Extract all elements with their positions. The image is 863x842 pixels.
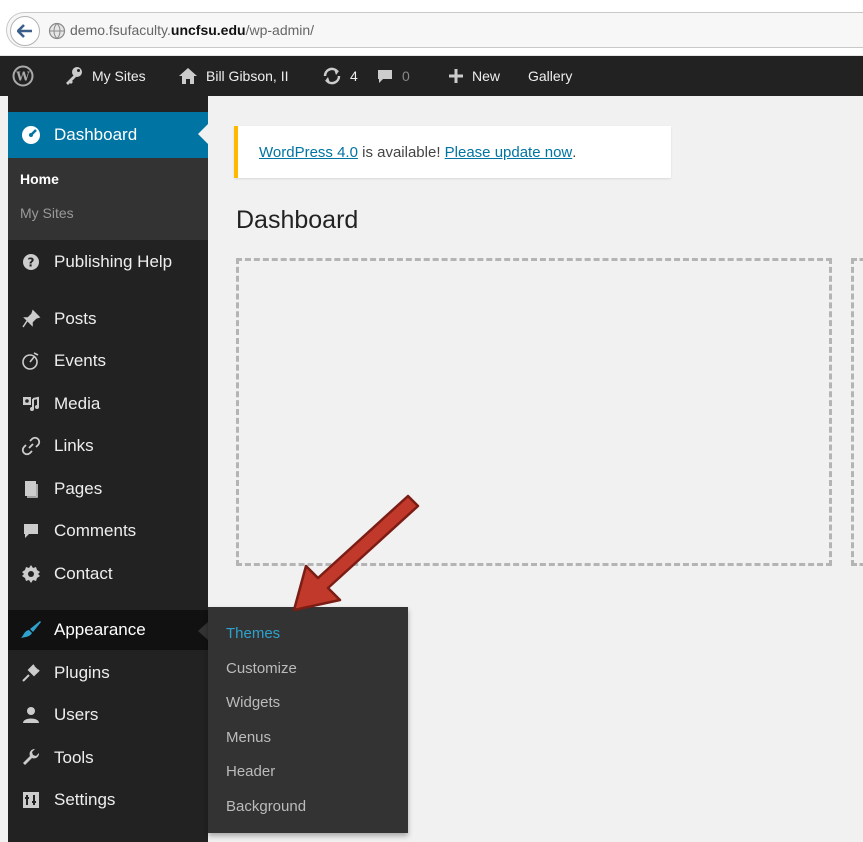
sidebar-item-tools[interactable]: Tools bbox=[8, 738, 208, 778]
widget-drop-zone-secondary[interactable] bbox=[851, 258, 863, 566]
submenu-my-sites[interactable]: My Sites bbox=[20, 205, 74, 221]
sidebar-item-label: Plugins bbox=[54, 663, 110, 682]
flyout-item-menus[interactable]: Menus bbox=[226, 729, 271, 746]
my-sites-label: My Sites bbox=[92, 68, 146, 84]
admin-sidebar: Dashboard Home My Sites ? Publishing Hel… bbox=[8, 96, 208, 842]
home-icon bbox=[179, 68, 197, 84]
site-name-menu[interactable]: Bill Gibson, II bbox=[178, 56, 288, 96]
gear-icon bbox=[20, 563, 42, 585]
flyout-pointer bbox=[198, 622, 208, 640]
new-label: New bbox=[472, 68, 501, 84]
sidebar-item-label: Appearance bbox=[54, 620, 146, 639]
pages-icon bbox=[20, 478, 42, 500]
comment-icon bbox=[20, 520, 42, 542]
back-arrow-icon bbox=[17, 24, 32, 38]
submenu-home[interactable]: Home bbox=[20, 171, 59, 187]
notice-text: is available! bbox=[357, 143, 445, 161]
sidebar-item-label: Publishing Help bbox=[54, 252, 173, 271]
link-icon bbox=[20, 435, 42, 457]
sidebar-item-label: Events bbox=[54, 351, 106, 370]
admin-bar: W My Sites Bill Gibson, II 4 0 New Galle… bbox=[0, 56, 863, 96]
comment-bubble-icon bbox=[378, 70, 392, 83]
sidebar-item-label: Dashboard bbox=[54, 125, 138, 144]
clock-icon bbox=[20, 350, 42, 372]
globe-icon bbox=[48, 22, 66, 40]
update-notice: WordPress 4.0 is available! Please updat… bbox=[234, 126, 671, 178]
new-content-menu[interactable]: New bbox=[448, 56, 500, 96]
dashboard-submenu: Home My Sites bbox=[8, 158, 208, 240]
my-sites-menu[interactable]: My Sites bbox=[64, 56, 146, 96]
flyout-item-widgets[interactable]: Widgets bbox=[226, 694, 280, 711]
sidebar-item-contact[interactable]: Contact bbox=[8, 554, 208, 594]
notice-period: . bbox=[572, 143, 577, 161]
browser-toolbar: demo.fsufaculty.uncfsu.edu/wp-admin/ bbox=[0, 0, 863, 56]
wordpress-logo-icon: W bbox=[12, 65, 34, 87]
sidebar-item-label: Comments bbox=[54, 521, 137, 540]
sidebar-item-publishing-help[interactable]: ? Publishing Help bbox=[8, 242, 208, 282]
site-name-label: Bill Gibson, II bbox=[206, 68, 289, 84]
page-title: Dashboard bbox=[236, 206, 359, 234]
plug-icon bbox=[20, 662, 42, 684]
sidebar-item-label: Links bbox=[54, 436, 94, 455]
updates-menu[interactable]: 4 bbox=[322, 56, 358, 96]
updates-count: 4 bbox=[350, 68, 358, 84]
current-pointer bbox=[198, 124, 208, 144]
sidebar-item-appearance[interactable]: Appearance bbox=[8, 610, 208, 650]
sidebar-item-users[interactable]: Users bbox=[8, 695, 208, 735]
sidebar-item-settings[interactable]: Settings bbox=[8, 780, 208, 820]
sidebar-item-comments[interactable]: Comments bbox=[8, 511, 208, 551]
flyout-item-customize[interactable]: Customize bbox=[226, 660, 297, 677]
url-prefix: demo.fsufaculty. bbox=[70, 22, 171, 38]
refresh-icon bbox=[323, 67, 341, 85]
question-icon: ? bbox=[20, 251, 42, 273]
appearance-flyout-menu: Themes Customize Widgets Menus Header Ba… bbox=[208, 607, 408, 833]
svg-text:?: ? bbox=[28, 256, 35, 270]
settings-icon bbox=[20, 789, 42, 811]
brush-icon bbox=[20, 619, 42, 641]
sidebar-item-events[interactable]: Events bbox=[8, 341, 208, 381]
flyout-item-background[interactable]: Background bbox=[226, 798, 306, 815]
annotation-arrow bbox=[292, 494, 420, 612]
sidebar-item-links[interactable]: Links bbox=[8, 426, 208, 466]
sidebar-item-media[interactable]: Media bbox=[8, 384, 208, 424]
url-domain: uncfsu.edu bbox=[170, 22, 246, 38]
wrench-icon bbox=[20, 747, 42, 769]
pin-icon bbox=[20, 308, 42, 330]
sidebar-item-pages[interactable]: Pages bbox=[8, 469, 208, 509]
comments-menu[interactable]: 0 bbox=[376, 56, 410, 96]
sidebar-item-label: Settings bbox=[54, 790, 116, 809]
sidebar-item-label: Pages bbox=[54, 479, 103, 498]
sidebar-item-plugins[interactable]: Plugins bbox=[8, 653, 208, 693]
dashboard-icon bbox=[20, 124, 42, 146]
sidebar-item-label: Posts bbox=[54, 309, 97, 328]
sidebar-item-label: Media bbox=[54, 394, 101, 413]
flyout-item-header[interactable]: Header bbox=[226, 763, 275, 780]
media-icon bbox=[20, 393, 42, 415]
comments-count: 0 bbox=[402, 68, 410, 84]
sidebar-item-label: Users bbox=[54, 705, 99, 724]
flyout-item-themes[interactable]: Themes bbox=[226, 625, 280, 642]
key-icon bbox=[66, 67, 82, 85]
wp-logo-menu[interactable]: W bbox=[12, 56, 34, 96]
update-now-link[interactable]: Please update now bbox=[445, 144, 573, 161]
gallery-menu[interactable]: Gallery bbox=[528, 56, 572, 96]
sidebar-item-label: Contact bbox=[54, 564, 113, 583]
wordpress-version-link[interactable]: WordPress 4.0 bbox=[259, 144, 358, 161]
sidebar-item-dashboard[interactable]: Dashboard bbox=[8, 112, 208, 158]
sidebar-item-posts[interactable]: Posts bbox=[8, 299, 208, 339]
user-icon bbox=[20, 704, 42, 726]
gallery-label: Gallery bbox=[528, 68, 573, 84]
back-button[interactable] bbox=[10, 16, 40, 46]
url-text[interactable]: demo.fsufaculty.uncfsu.edu/wp-admin/ bbox=[70, 22, 314, 38]
plus-icon bbox=[449, 69, 463, 83]
sidebar-item-label: Tools bbox=[54, 748, 94, 767]
url-path: /wp-admin/ bbox=[245, 22, 315, 38]
svg-text:W: W bbox=[15, 70, 30, 84]
